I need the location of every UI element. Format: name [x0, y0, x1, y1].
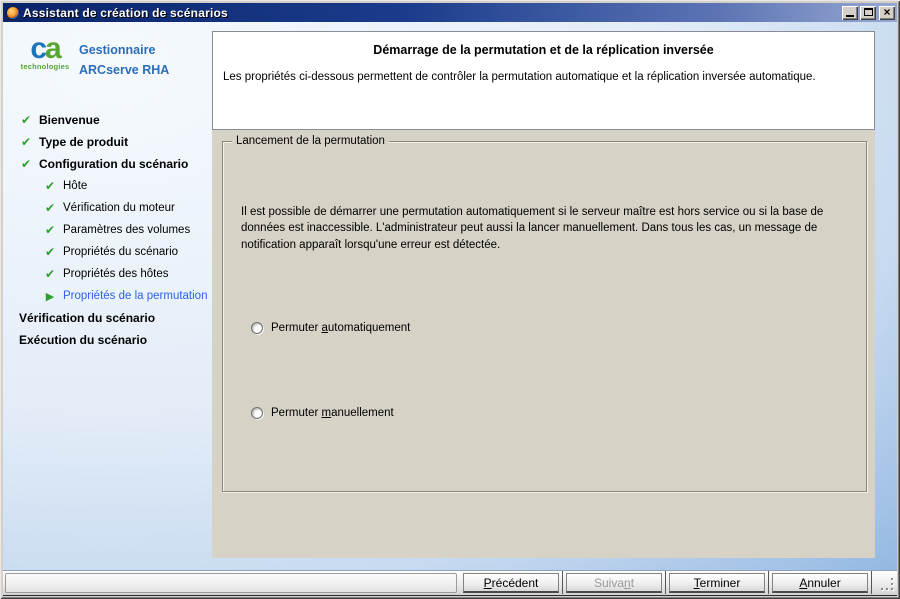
window-title: Assistant de création de scénarios	[23, 6, 228, 20]
check-icon: ✔	[43, 223, 57, 237]
resize-grip[interactable]	[881, 578, 893, 590]
radio-permuter-manuellement[interactable]: Permuter manuellement	[251, 407, 394, 419]
maximize-icon	[864, 8, 873, 16]
check-icon: ✔	[43, 267, 57, 281]
radio-label: Permuter automatiquement	[271, 322, 410, 334]
radio-button-icon[interactable]	[251, 322, 263, 334]
step-configuration-du-scenario[interactable]: ✔ Configuration du scénario	[3, 153, 212, 175]
step-label: Exécution du scénario	[19, 333, 147, 347]
check-icon: ✔	[43, 179, 57, 193]
radio-label: Permuter manuellement	[271, 407, 394, 419]
step-parametres-des-volumes[interactable]: ✔ Paramètres des volumes	[3, 219, 212, 241]
step-verification-du-moteur[interactable]: ✔ Vérification du moteur	[3, 197, 212, 219]
step-label: Vérification du scénario	[19, 311, 155, 325]
dialog-body: ca technologies Gestionnaire ARCserve RH…	[3, 22, 897, 596]
wizard-buttons: Précédent Suivant Terminer Annuler	[460, 571, 872, 594]
app-icon	[6, 6, 20, 20]
suivant-button[interactable]: Suivant	[566, 573, 662, 593]
minimize-icon	[846, 15, 854, 17]
page-title: Démarrage de la permutation et de la rép…	[213, 43, 874, 57]
switchover-description: Il est possible de démarrer une permutat…	[241, 204, 859, 253]
step-label: Propriétés de la permutation	[63, 290, 207, 302]
step-verification-du-scenario[interactable]: Vérification du scénario	[3, 307, 212, 329]
step-label: Propriétés des hôtes	[63, 268, 168, 280]
brand-line-2: ARCserve RHA	[79, 60, 169, 80]
step-proprietes-du-scenario[interactable]: ✔ Propriétés du scénario	[3, 241, 212, 263]
brand-block: ca technologies Gestionnaire ARCserve RH…	[17, 36, 207, 86]
logo-sub-text: technologies	[17, 62, 73, 71]
check-icon: ✔	[43, 245, 57, 259]
step-label: Propriétés du scénario	[63, 246, 178, 258]
radio-permuter-automatiquement[interactable]: Permuter automatiquement	[251, 322, 410, 334]
button-cell: Terminer	[666, 571, 769, 594]
step-bienvenue[interactable]: ✔ Bienvenue	[3, 109, 212, 131]
step-label: Paramètres des volumes	[63, 224, 190, 236]
brand-line-1: Gestionnaire	[79, 40, 169, 60]
step-type-de-produit[interactable]: ✔ Type de produit	[3, 131, 212, 153]
radio-button-icon[interactable]	[251, 407, 263, 419]
step-proprietes-de-la-permutation[interactable]: ▶ Propriétés de la permutation	[3, 285, 212, 307]
step-label: Bienvenue	[39, 113, 100, 127]
title-bar[interactable]: Assistant de création de scénarios ×	[3, 3, 897, 22]
button-cell: Précédent	[460, 571, 563, 594]
step-proprietes-des-hotes[interactable]: ✔ Propriétés des hôtes	[3, 263, 212, 285]
step-execution-du-scenario[interactable]: Exécution du scénario	[3, 329, 212, 351]
wizard-window: Assistant de création de scénarios × ca …	[0, 0, 900, 599]
step-label: Vérification du moteur	[63, 202, 175, 214]
terminer-button[interactable]: Terminer	[669, 573, 765, 593]
status-bar	[5, 573, 457, 593]
step-label: Configuration du scénario	[39, 157, 188, 171]
footer-bar: Précédent Suivant Terminer Annuler	[3, 570, 897, 596]
button-cell: Annuler	[769, 571, 872, 594]
wizard-sidebar: ca technologies Gestionnaire ARCserve RH…	[3, 22, 212, 566]
minimize-button[interactable]	[842, 6, 858, 20]
logo-letter-c: c	[30, 32, 45, 65]
check-icon: ✔	[19, 113, 33, 127]
groupbox-title: Lancement de la permutation	[232, 135, 389, 147]
page-header: Démarrage de la permutation et de la rép…	[212, 31, 875, 130]
annuler-button[interactable]: Annuler	[772, 573, 868, 593]
check-icon: ✔	[19, 157, 33, 171]
step-hote[interactable]: ✔ Hôte	[3, 175, 212, 197]
current-step-arrow-icon: ▶	[43, 290, 57, 303]
check-icon: ✔	[19, 135, 33, 149]
logo-letter-a: a	[45, 32, 60, 65]
check-icon: ✔	[43, 201, 57, 215]
ca-logo: ca technologies	[17, 36, 73, 71]
maximize-button[interactable]	[860, 6, 876, 20]
close-button[interactable]: ×	[879, 6, 895, 20]
content-panel: Lancement de la permutation Il est possi…	[212, 130, 875, 558]
page-subtitle: Les propriétés ci-dessous permettent de …	[223, 71, 864, 83]
step-label: Hôte	[63, 180, 87, 192]
groupbox-lancement-permutation: Lancement de la permutation Il est possi…	[222, 141, 867, 492]
wizard-steps: ✔ Bienvenue ✔ Type de produit ✔ Configurati…	[3, 109, 212, 351]
precedent-button[interactable]: Précédent	[463, 573, 559, 593]
button-cell: Suivant	[563, 571, 666, 594]
step-label: Type de produit	[39, 135, 128, 149]
